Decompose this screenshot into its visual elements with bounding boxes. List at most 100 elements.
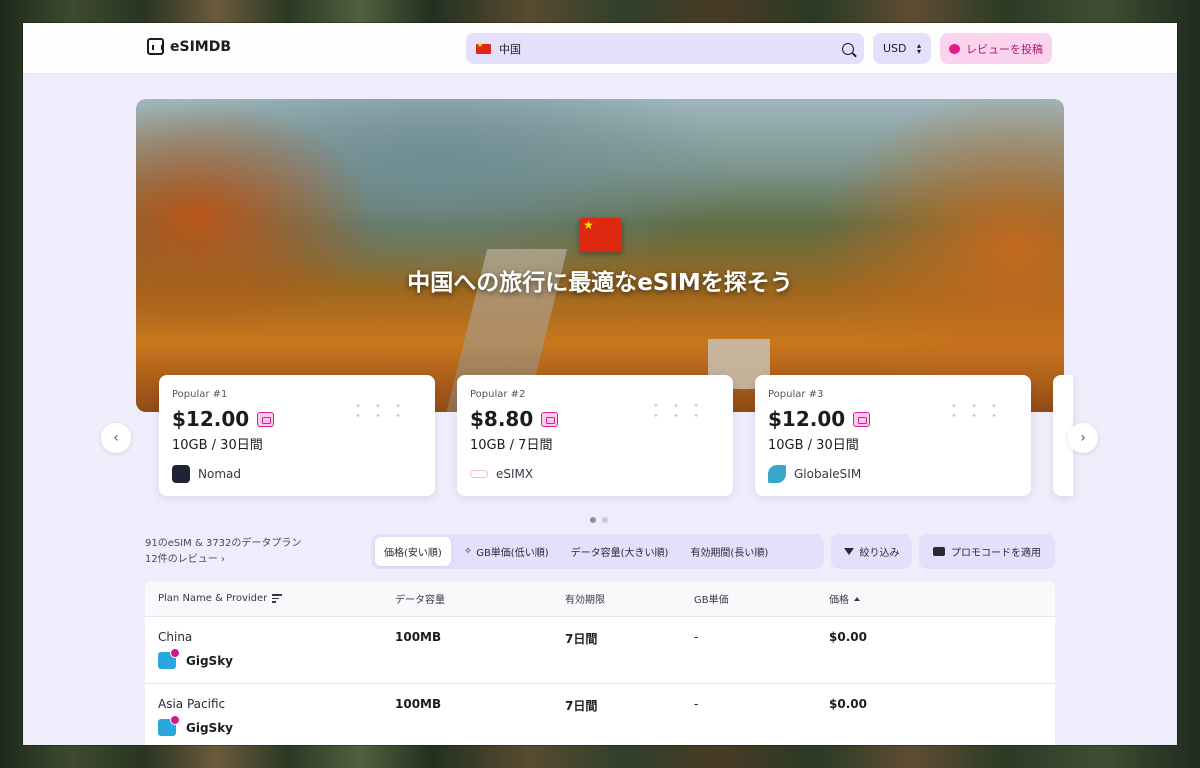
tab-label: 価格(安い順) [384,548,442,559]
carousel-prev-button[interactable]: ‹ [101,423,131,453]
post-review-button[interactable]: レビューを投稿 [940,33,1052,64]
plan-name: Asia Pacific [158,697,226,711]
promo-label: プロモコードを適用 [951,548,1041,559]
carousel-pagination [590,517,608,523]
sim-chip-icon [147,38,164,55]
sort-up-icon [854,596,860,601]
provider-name: GigSky [186,720,233,735]
search-icon[interactable] [842,42,854,55]
reviews-link[interactable]: 12件のレビュー › [145,552,301,568]
column-label: 価格 [829,595,849,606]
coupon-icon [933,547,945,556]
price: $0.00 [829,630,867,644]
chat-bubble-icon [949,43,960,54]
updown-chevron-icon: ▴ ▾ [916,40,921,56]
tab-per-gb-asc[interactable]: ✧ GB単価(低い順) [455,537,558,566]
esimx-logo-icon [470,470,488,478]
filter-label: 絞り込み [859,548,900,559]
country-search[interactable]: 中国 [466,33,864,64]
sparkle-decoration-icon: ✦ ✦ ✦ ✦ ✦ ✦ [951,402,1004,420]
ticket-icon [853,411,871,427]
column-plan-provider[interactable]: Plan Name & Provider [145,593,395,604]
card-rank: Popular #3 [768,389,824,400]
table-row[interactable]: China GigSky 100MB 7日間 - $0.00 [145,617,1055,684]
column-label: 有効期限 [565,595,605,606]
gigsky-logo-icon [158,715,180,736]
currency-value: USD [883,42,907,55]
card-rank: Popular #2 [470,389,526,400]
per-gb-price: - [694,630,699,644]
data-amount: 100MB [395,630,442,644]
sort-tabs: 価格(安い順) ✧ GB単価(低い順) データ容量(大きい順) 有効期間(長い順) [371,534,824,569]
apply-promo-button[interactable]: プロモコードを適用 [919,534,1055,569]
provider-name: Nomad [198,467,241,481]
price: $0.00 [829,697,867,711]
table-header: Plan Name & Provider データ容量 有効期限 GB単価 価格 [145,581,1055,617]
column-label: データ容量 [395,595,445,606]
tab-data-desc[interactable]: データ容量(大きい順) [562,537,678,566]
tab-label: GB単価(低い順) [476,548,549,559]
card-price: $8.80 [470,407,534,431]
ticket-icon [257,411,275,427]
card-rank: Popular #1 [172,389,228,400]
popular-plan-card[interactable]: Popular #2 $8.80 10GB / 7日間 eSIMX ✦ ✦ ✦ … [457,375,733,496]
card-provider: eSIMX [470,465,720,483]
row-provider: GigSky [158,648,395,669]
plan-name: China [158,630,193,644]
provider-name: GigSky [186,653,233,668]
plan-count-text: 91のeSIM & 3732のデータプラン [145,538,302,549]
column-label: Plan Name & Provider [158,593,268,604]
per-gb-price: - [694,697,699,711]
table-row[interactable]: Asia Pacific GigSky 100MB 7日間 - $0.00 [145,684,1055,745]
hero-title: 中国への旅行に最適なeSIMを探そう [407,270,793,296]
logo-text: eSIMDB [170,38,232,55]
popular-plan-card[interactable]: Popular #3 $12.00 10GB / 30日間 GlobaleSIM… [755,375,1031,496]
card-plan: 10GB / 30日間 [172,438,263,453]
popular-plan-card[interactable]: Popular #1 $12.00 10GB / 30日間 Nomad ✦ ✦ … [159,375,435,496]
china-flag-icon [476,41,491,54]
sparkle-decoration-icon: ✦ ✦ ✦ ✦ ✦ ✦ [355,402,408,420]
chevron-right-icon: › [220,554,225,565]
card-provider: GlobaleSIM [768,465,1018,483]
provider-name: eSIMX [496,467,534,481]
validity: 7日間 [565,632,598,646]
column-validity[interactable]: 有効期限 [565,591,694,606]
column-data[interactable]: データ容量 [395,591,565,606]
hero-banner: 中国への旅行に最適なeSIMを探そう [136,99,1064,412]
catalog-stats: 91のeSIM & 3732のデータプラン 12件のレビュー › [145,536,301,568]
carousel-dot[interactable] [590,517,596,523]
nomad-logo-icon [172,465,190,483]
row-provider: GigSky [158,715,395,736]
card-provider: Nomad [172,465,422,483]
site-logo[interactable]: eSIMDB [147,38,231,55]
sort-lines-icon [272,594,283,603]
sparkle-icon: ✧ [463,546,473,557]
carousel-dot[interactable] [602,517,608,523]
data-amount: 100MB [395,697,442,711]
card-plan: 10GB / 30日間 [768,438,859,453]
column-per-gb[interactable]: GB単価 [694,591,829,606]
tab-label: データ容量(大きい順) [570,548,669,559]
browser-window: eSIMDB 中国 USD ▴▾ レビューを投稿 中国への旅行に最適なeSIMを… [23,23,1177,745]
post-review-label: レビューを投稿 [966,42,1043,56]
carousel-next-button[interactable]: › [1068,423,1098,453]
globalesim-logo-icon [768,465,786,483]
currency-select[interactable]: USD ▴ ▾ [873,33,931,64]
plans-table: Plan Name & Provider データ容量 有効期限 GB単価 価格 … [145,581,1055,745]
column-label: GB単価 [694,595,729,606]
search-input[interactable]: 中国 [499,41,842,57]
provider-name: GlobaleSIM [794,467,862,481]
gigsky-logo-icon [158,648,180,669]
card-price: $12.00 [768,407,846,431]
filter-button[interactable]: 絞り込み [831,534,912,569]
funnel-icon [843,548,854,555]
column-price[interactable]: 価格 [829,591,1029,606]
card-price: $12.00 [172,407,250,431]
reviews-link-label: 12件のレビュー [145,554,218,565]
china-flag-icon [579,218,622,252]
tab-price-asc[interactable]: 価格(安い順) [375,537,451,566]
sparkle-decoration-icon: ✦ ✦ ✦ ✦ ✦ ✦ [653,402,706,420]
tab-label: 有効期間(長い順) [690,548,769,559]
tab-validity-desc[interactable]: 有効期間(長い順) [681,537,777,566]
validity: 7日間 [565,699,598,713]
